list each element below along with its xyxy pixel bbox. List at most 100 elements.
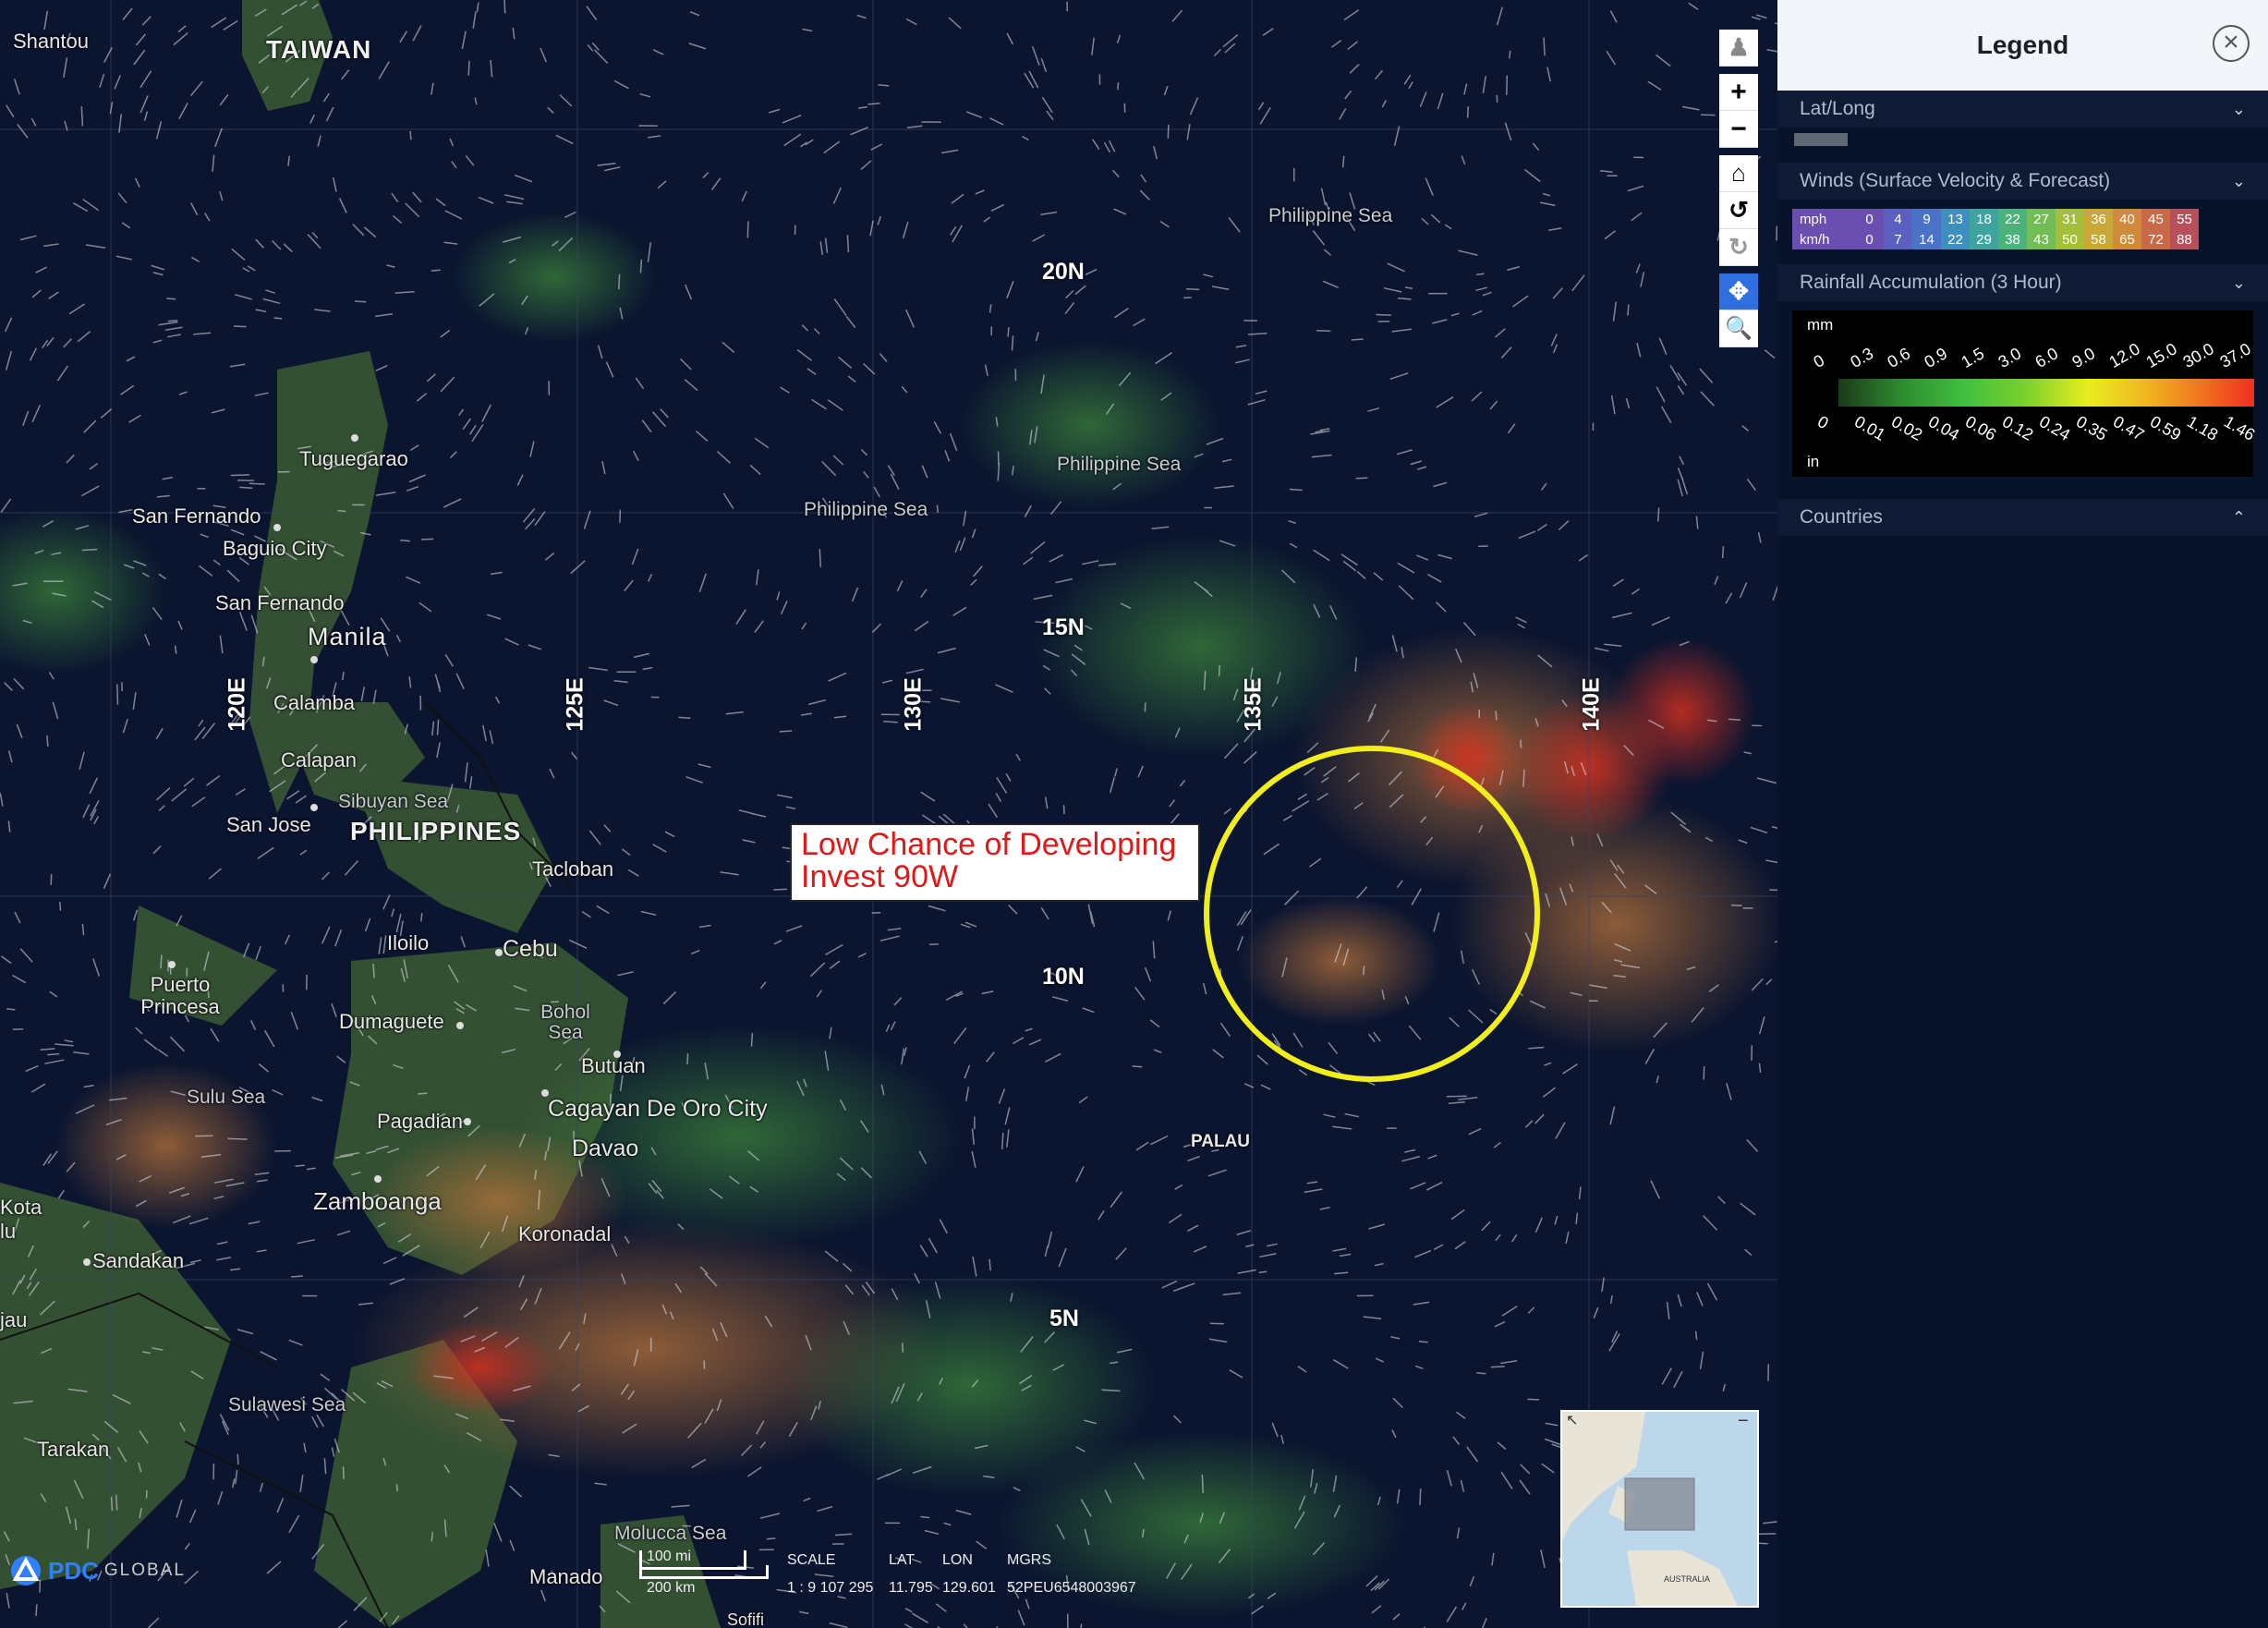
wind-streak: [66, 454, 75, 464]
wind-streak: [1332, 1247, 1347, 1252]
section-title: Winds (Surface Velocity & Forecast): [1800, 170, 2111, 191]
home-button[interactable]: ⌂: [1719, 155, 1758, 192]
wind-streak: [586, 6, 598, 21]
wind-streak: [216, 1241, 228, 1245]
wind-streak: [1032, 234, 1046, 242]
minimap-expand-icon[interactable]: ↖: [1566, 1413, 1578, 1428]
city-marker: [613, 1051, 621, 1058]
wind-kmh-value: 0: [1855, 229, 1884, 249]
wind-streak: [509, 1485, 523, 1498]
wind-streak: [412, 191, 422, 203]
wind-streak: [342, 1466, 345, 1479]
wind-streak: [1410, 460, 1423, 466]
section-countries[interactable]: Countries ⌃: [1777, 499, 2268, 536]
section-latlong[interactable]: Lat/Long ⌄: [1777, 91, 2268, 128]
wind-streak: [1134, 986, 1146, 1001]
wind-streak: [1565, 1231, 1570, 1245]
wind-streak: [1454, 1241, 1466, 1250]
map-view[interactable]: Shantou TAIWAN Tuguegarao San Fernando B…: [0, 0, 1777, 1628]
wind-streak: [435, 198, 446, 207]
place-label: Calamba: [273, 691, 356, 714]
scale-label: SCALE: [787, 1552, 836, 1568]
section-rainfall[interactable]: Rainfall Accumulation (3 Hour) ⌄: [1777, 264, 2268, 301]
wind-streak: [803, 1497, 811, 1502]
wind-mph-value: 13: [1941, 209, 1970, 229]
wind-streak: [290, 1012, 299, 1030]
wind-streak: [1651, 616, 1670, 626]
wind-streak: [1430, 213, 1441, 224]
invest-area-circle[interactable]: [1204, 746, 1540, 1082]
wind-streak: [128, 414, 141, 423]
wind-streak: [151, 264, 165, 271]
overview-minimap[interactable]: AUSTRALIA ↖ −: [1560, 1410, 1759, 1608]
wind-streak: [393, 215, 403, 224]
latlong-swatch: [1794, 133, 1848, 146]
wind-streak: [291, 1275, 303, 1278]
wind-streak: [858, 105, 867, 109]
wind-streak: [55, 1043, 74, 1047]
wind-streak: [272, 1088, 284, 1096]
wind-streak: [1494, 1321, 1506, 1328]
wind-streak: [306, 1167, 316, 1171]
wind-streak: [1341, 155, 1345, 168]
wind-streak: [549, 768, 555, 779]
pan-button[interactable]: ✥: [1719, 273, 1758, 310]
close-icon[interactable]: ×: [2213, 25, 2250, 62]
rotate-right-button[interactable]: ↻: [1719, 229, 1758, 266]
wind-streak: [47, 1052, 60, 1056]
wind-streak: [671, 1504, 690, 1508]
wind-streak: [1023, 556, 1034, 565]
wind-streak: [1524, 168, 1541, 183]
wind-streak: [239, 486, 253, 489]
wind-streak: [42, 339, 49, 349]
wind-streak: [177, 620, 183, 630]
rotate-left-button[interactable]: ↺: [1719, 192, 1758, 229]
wind-streak: [1396, 449, 1413, 456]
wind-streak: [122, 7, 133, 20]
wind-streak: [1115, 1247, 1127, 1260]
storm-callout[interactable]: Low Chance of Developing Invest 90W: [790, 823, 1200, 902]
wind-streak: [25, 1064, 39, 1073]
wind-streak: [725, 711, 744, 715]
scale-km-label: 200 km: [647, 1580, 696, 1596]
wind-streak: [901, 385, 908, 394]
wind-streak: [1612, 578, 1624, 587]
street-view-button[interactable]: ♟: [1719, 30, 1758, 67]
wind-streak: [1259, 106, 1271, 125]
zoom-out-button[interactable]: −: [1719, 111, 1758, 148]
wind-streak: [780, 386, 790, 394]
wind-streak: [796, 349, 812, 361]
rainfall-mm-tick: 0.9: [1921, 344, 1951, 372]
minimap-collapse-icon[interactable]: −: [1738, 1412, 1749, 1431]
wind-streak: [981, 990, 994, 995]
wind-streak: [273, 317, 283, 320]
wind-streak: [0, 498, 12, 514]
wind-streak: [1167, 124, 1170, 139]
place-label: PHILIPPINES: [350, 817, 522, 845]
wind-streak: [952, 225, 964, 243]
wind-streak: [443, 498, 462, 508]
wind-streak: [311, 1415, 319, 1428]
section-winds[interactable]: Winds (Surface Velocity & Forecast) ⌄: [1777, 163, 2268, 200]
wind-streak: [860, 449, 868, 456]
wind-streak: [547, 106, 554, 114]
wind-streak: [1555, 1122, 1566, 1139]
wind-streak: [1114, 768, 1118, 777]
wind-kmh-value: 58: [2084, 229, 2113, 249]
wind-streak: [603, 699, 619, 707]
wind-streak: [1098, 1209, 1105, 1221]
wind-streak: [219, 635, 224, 654]
wind-streak: [1463, 83, 1468, 95]
wind-streak: [837, 1596, 846, 1599]
zoom-box-button[interactable]: 🔍: [1719, 310, 1758, 347]
wind-streak: [1193, 1245, 1207, 1253]
place-label: lu: [0, 1220, 17, 1243]
wind-streak: [890, 1021, 896, 1031]
wind-streak: [405, 202, 420, 218]
wind-kmh-value: 14: [1912, 229, 1941, 249]
wind-streak: [1640, 272, 1645, 287]
zoom-in-button[interactable]: +: [1719, 74, 1758, 111]
wind-streak: [652, 49, 664, 55]
wind-streak: [1446, 1470, 1452, 1487]
wind-streak: [756, 569, 759, 586]
